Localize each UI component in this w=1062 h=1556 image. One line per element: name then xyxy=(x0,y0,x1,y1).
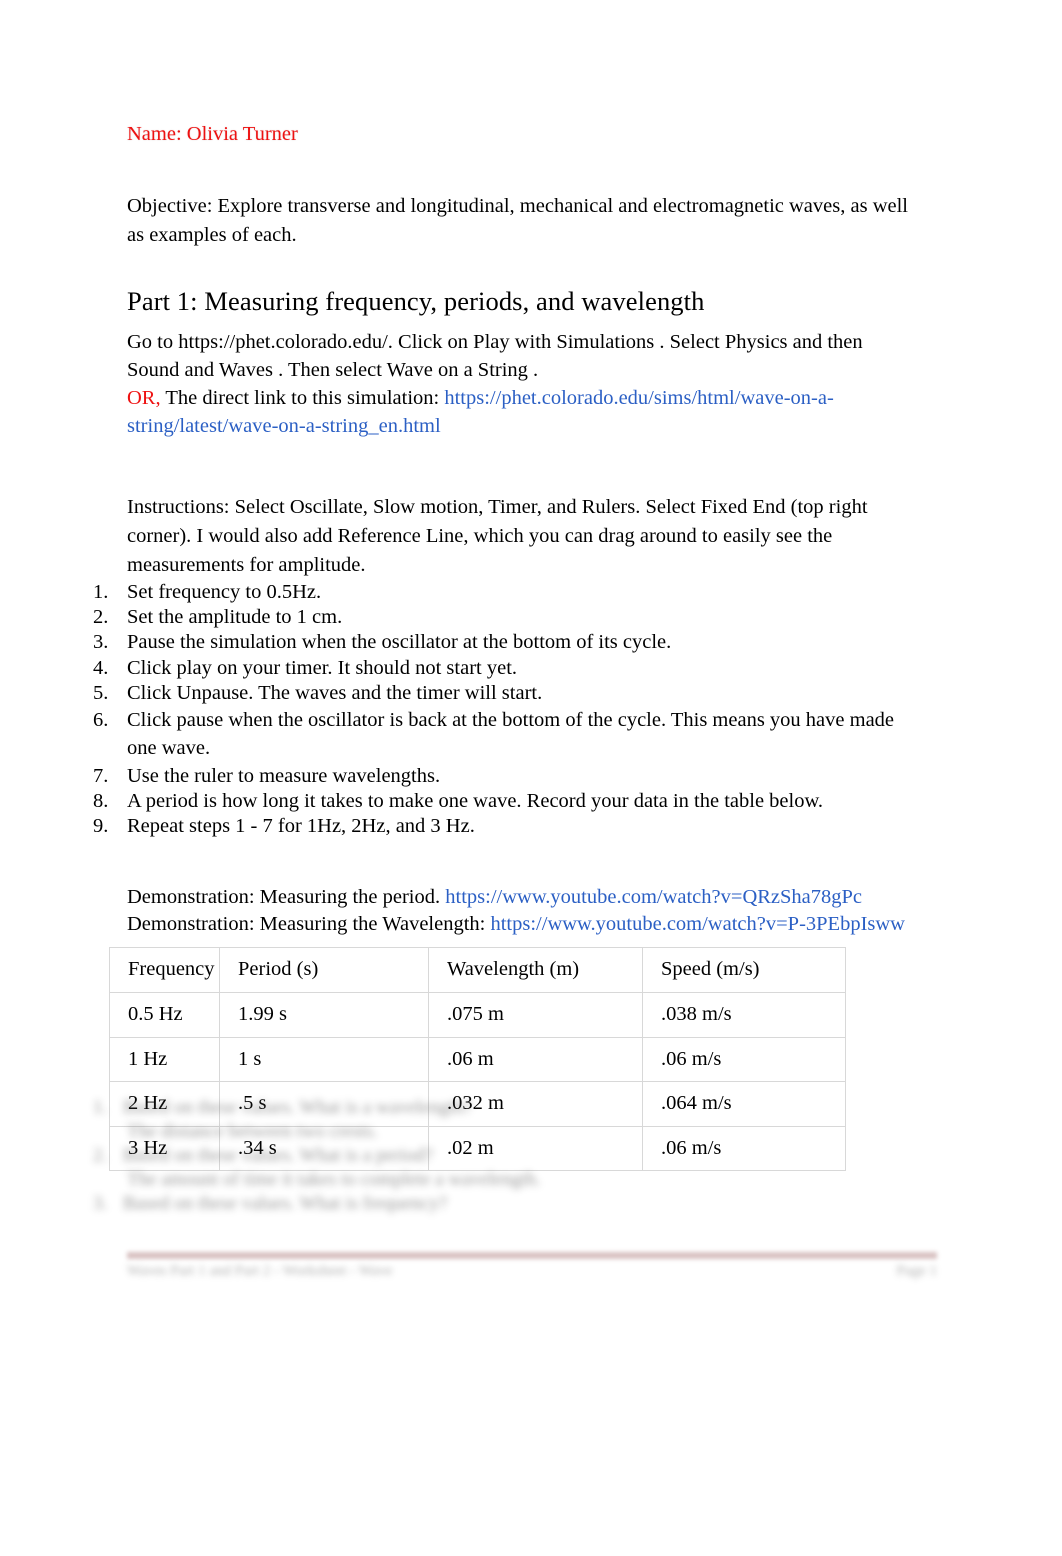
column-header-wavelength: Wavelength (m) xyxy=(428,947,643,993)
demonstration-links: Demonstration: Measuring the period. htt… xyxy=(127,884,927,937)
cell-speed: .06 m/s xyxy=(642,1036,846,1083)
obscured-number: 2. xyxy=(93,1145,108,1166)
direct-link-prefix: The direct link to this simulation: xyxy=(160,387,445,410)
footer-page-number: Page 1 xyxy=(896,1263,937,1279)
demo-period-label: Demonstration: Measuring the period. xyxy=(127,886,446,909)
demo-wavelength-row: Demonstration: Measuring the Wavelength:… xyxy=(127,911,927,938)
student-name: Name: Olivia Turner xyxy=(127,123,298,145)
list-item: Click play on your timer. It should not … xyxy=(93,656,518,680)
student-name-row: Name: Olivia Turner xyxy=(127,122,927,148)
cell-frequency: 1 Hz xyxy=(109,1036,220,1083)
obscured-text: Based on these values. What is frequency… xyxy=(123,1193,448,1214)
list-item: Set the amplitude to 1 cm. xyxy=(93,605,343,629)
goto-paragraph: Go to https://phet.colorado.edu/. Click … xyxy=(127,328,917,441)
column-header-frequency: Frequency xyxy=(109,947,220,993)
obscured-number: 1. xyxy=(93,1097,108,1118)
page-title: Part 1: Measuring frequency, periods, an… xyxy=(127,285,705,316)
obscured-line: The distance between two crests. xyxy=(127,1122,653,1141)
obscured-text: The amount of time it takes to complete … xyxy=(127,1169,541,1190)
demo-period-row: Demonstration: Measuring the period. htt… xyxy=(127,884,927,911)
list-item: Use the ruler to measure wavelengths. xyxy=(93,764,441,788)
goto-sentence: Go to https://phet.colorado.edu/. Click … xyxy=(127,330,863,381)
cell-period: 1.99 s xyxy=(219,991,429,1038)
or-label: OR, xyxy=(127,387,161,410)
list-item: Repeat steps 1 - 7 for 1Hz, 2Hz, and 3 H… xyxy=(93,814,475,838)
obscured-number: 3. xyxy=(93,1193,108,1214)
obscured-text: Based on these values. What is a period? xyxy=(123,1145,433,1166)
column-header-speed: Speed (m/s) xyxy=(642,947,846,993)
footer-divider xyxy=(127,1252,937,1259)
list-item: Set frequency to 0.5Hz. xyxy=(93,580,322,604)
cell-speed: .038 m/s xyxy=(642,991,846,1038)
obscured-line: The amount of time it takes to complete … xyxy=(127,1170,653,1189)
cell-frequency: 0.5 Hz xyxy=(109,991,220,1038)
list-item: A period is how long it takes to make on… xyxy=(93,789,824,813)
objective-paragraph: Objective: Explore transverse and longit… xyxy=(127,194,908,246)
footer-left-text: Waves Part 1 and Part 2 - Worksheet - Wa… xyxy=(127,1263,393,1279)
cell-wavelength: .075 m xyxy=(428,991,643,1038)
obscured-line: 2. Based on these values. What is a perio… xyxy=(93,1146,653,1165)
list-item: Click Unpause. The waves and the timer w… xyxy=(93,681,543,705)
footer-text-row: Waves Part 1 and Part 2 - Worksheet - Wa… xyxy=(127,1263,937,1280)
document-body: Name: Olivia Turner Objective: Explore t… xyxy=(93,122,927,1172)
demo-wavelength-label: Demonstration: Measuring the Wavelength: xyxy=(127,912,491,935)
table-row: 0.5 Hz 1.99 s .075 m .038 m/s xyxy=(109,991,846,1038)
list-item: Pause the simulation when the oscillator… xyxy=(93,630,672,654)
page-footer: Waves Part 1 and Part 2 - Worksheet - Wa… xyxy=(127,1252,937,1280)
cell-speed: .06 m/s xyxy=(642,1125,846,1172)
table-header-row: Frequency Period (s) Wavelength (m) Spee… xyxy=(109,947,846,993)
column-header-period: Period (s) xyxy=(219,947,429,993)
demo-period-link[interactable]: https://www.youtube.com/watch?v=QRzSha78… xyxy=(445,886,862,908)
steps-list: Set frequency to 0.5Hz. Set the amplitud… xyxy=(93,580,927,838)
list-item: Click pause when the oscillator is back … xyxy=(93,706,895,760)
obscured-answers-section: 1. Based on these values. What is a wavel… xyxy=(93,1098,653,1218)
obscured-line: 3. Based on these values. What is frequen… xyxy=(93,1194,653,1213)
cell-speed: .064 m/s xyxy=(642,1081,846,1127)
obscured-text: Based on these values. What is a wavelen… xyxy=(123,1097,472,1118)
instructions-paragraph: Instructions: Select Oscillate, Slow mot… xyxy=(127,495,868,576)
demo-wavelength-link[interactable]: https://www.youtube.com/watch?v=P-3PEbpI… xyxy=(490,913,905,935)
table-row: 1 Hz 1 s .06 m .06 m/s xyxy=(109,1036,846,1083)
cell-wavelength: .06 m xyxy=(428,1036,643,1083)
obscured-line: 1. Based on these values. What is a wavel… xyxy=(93,1098,653,1117)
document-page: Name: Olivia Turner Objective: Explore t… xyxy=(0,0,1062,1556)
cell-period: 1 s xyxy=(219,1036,429,1083)
obscured-text: The distance between two crests. xyxy=(127,1121,378,1142)
